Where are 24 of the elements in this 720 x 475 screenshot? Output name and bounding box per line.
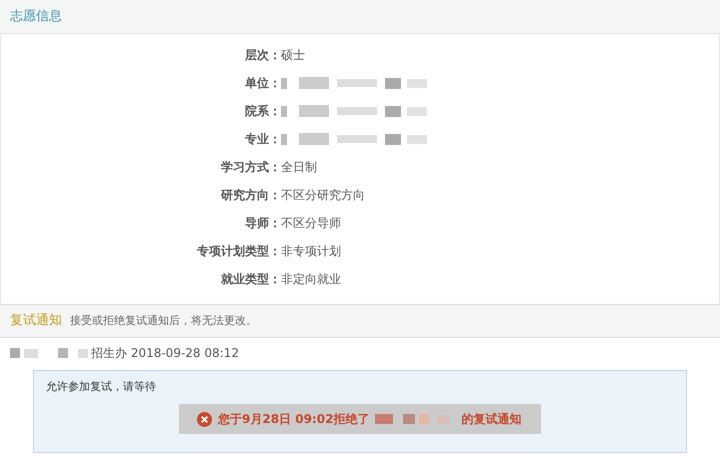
field-value: 不区分研究方向 bbox=[281, 187, 365, 204]
field-value: 非定向就业 bbox=[281, 271, 341, 288]
field-label: 学习方式： bbox=[220, 159, 281, 176]
error-icon bbox=[197, 412, 212, 426]
field-label: 导师： bbox=[244, 215, 281, 232]
toast-text: 的复试通知 bbox=[461, 411, 522, 428]
field-value: 不区分导师 bbox=[281, 215, 341, 232]
field-label: 单位： bbox=[244, 75, 281, 92]
field-value: 硕士 bbox=[281, 47, 305, 64]
message-text: 允许参加复试，请等待 bbox=[45, 379, 157, 395]
section-title: 复试通知 bbox=[10, 312, 62, 330]
sender-text: 招生办 2018-09-28 08:12 bbox=[91, 345, 239, 362]
section-title: 志愿信息 bbox=[10, 8, 62, 26]
field-value: 非专项计划 bbox=[281, 243, 341, 260]
field-label: 专项计划类型： bbox=[196, 243, 281, 260]
field-value: 全日制 bbox=[281, 159, 317, 176]
field-label: 层次： bbox=[244, 47, 281, 64]
toast-text: 您于9月28日 09:02拒绝了 bbox=[218, 411, 370, 428]
field-label: 院系： bbox=[244, 103, 281, 120]
blurred-name-icon bbox=[10, 347, 88, 359]
field-label: 就业类型： bbox=[220, 271, 281, 288]
hint-text: 接受或拒绝复试通知后，将无法更改。 bbox=[70, 312, 257, 329]
field-label: 专业： bbox=[244, 131, 281, 148]
field-label: 研究方向： bbox=[220, 187, 281, 204]
